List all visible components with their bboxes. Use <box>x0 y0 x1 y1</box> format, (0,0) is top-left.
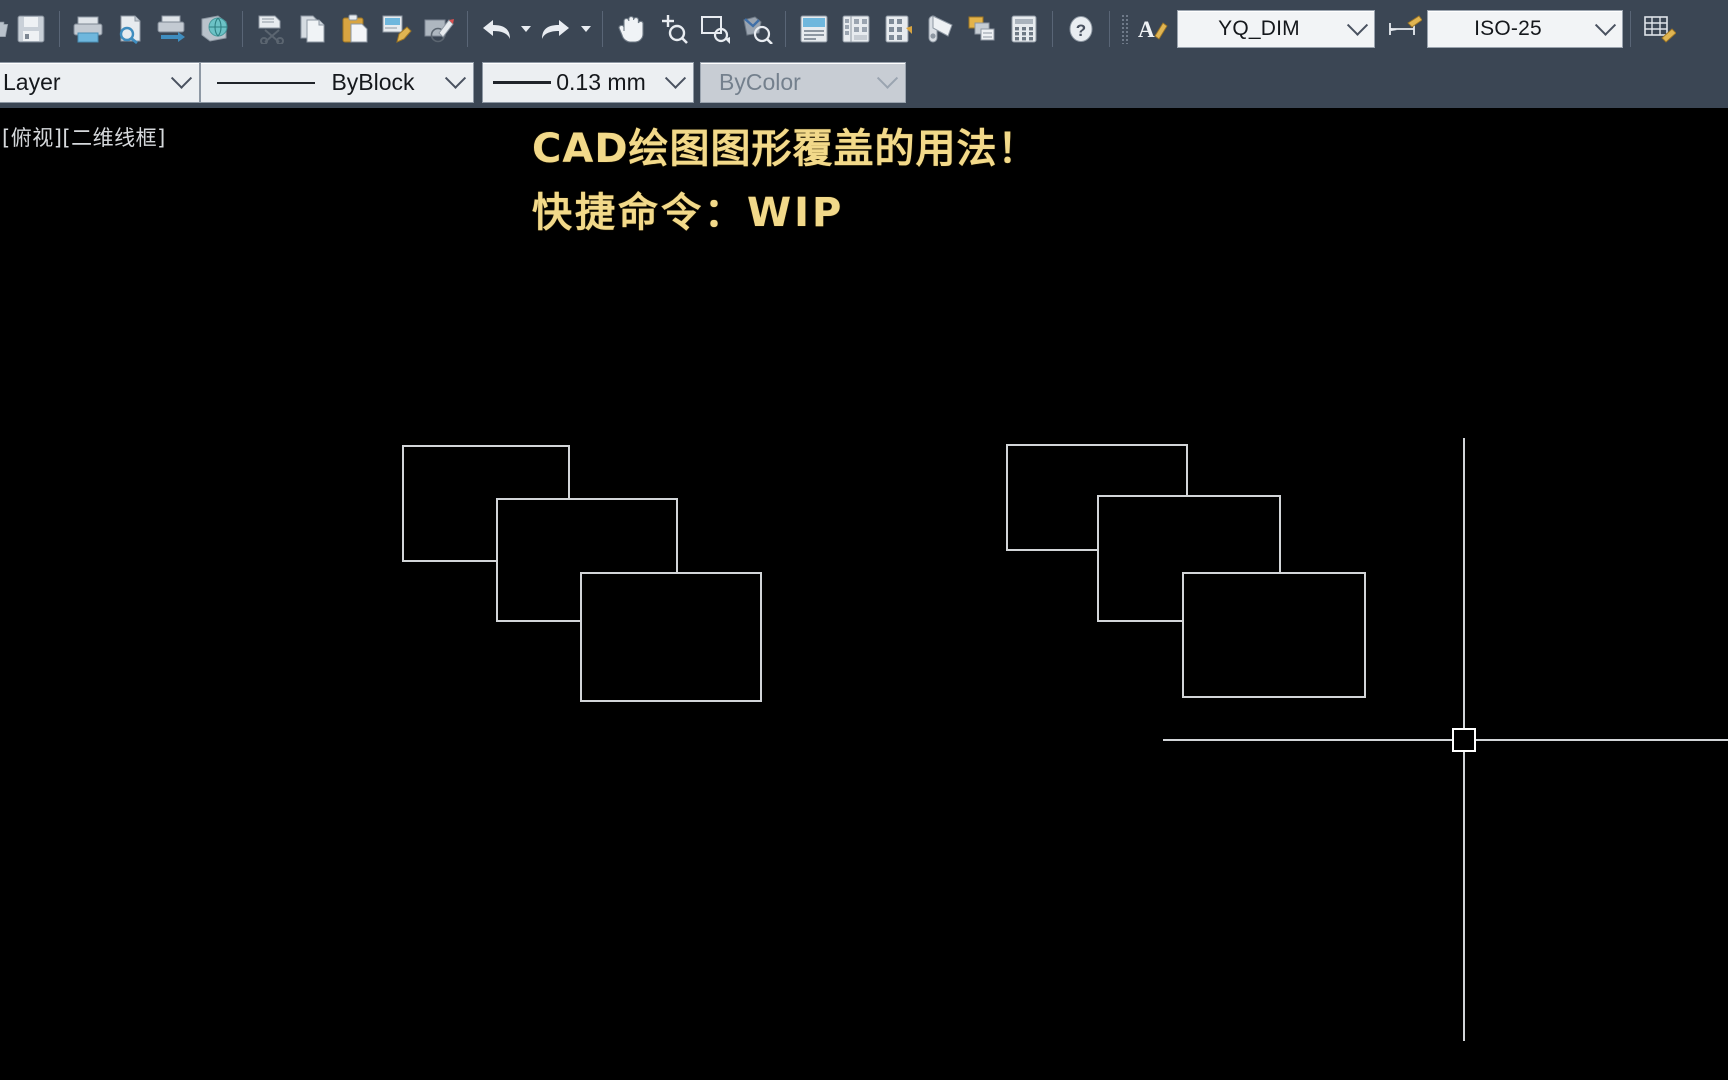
erase-button[interactable] <box>418 7 460 51</box>
quick-access-toolbar: ? A YQ_DIM ISO-25 <box>0 0 1728 58</box>
match-properties-button[interactable] <box>376 7 418 51</box>
sheet-set-button[interactable] <box>919 7 961 51</box>
chevron-down-icon[interactable] <box>577 7 595 51</box>
toolbar-separator <box>1109 11 1110 47</box>
chevron-down-icon <box>869 67 905 90</box>
paste-button[interactable] <box>334 7 376 51</box>
publish-button[interactable] <box>193 7 235 51</box>
chevron-down-icon[interactable] <box>1588 14 1622 37</box>
crosshair-pickbox[interactable] <box>1452 728 1476 752</box>
properties-palette-button[interactable] <box>793 7 835 51</box>
layer-combo[interactable]: Layer <box>0 62 200 103</box>
linetype-value: ByBlock <box>331 69 415 95</box>
design-center-button[interactable] <box>835 7 877 51</box>
zoom-window-button[interactable] <box>694 7 736 51</box>
dimension-style-value: ISO-25 <box>1474 17 1542 40</box>
zoom-previous-button[interactable] <box>736 7 778 51</box>
svg-text:?: ? <box>1076 21 1086 40</box>
chevron-down-icon[interactable] <box>657 67 693 90</box>
toolbar-separator <box>1052 11 1053 47</box>
rect-right-3[interactable] <box>1182 572 1366 698</box>
batch-plot-button[interactable] <box>151 7 193 51</box>
text-style-value: YQ_DIM <box>1218 17 1300 40</box>
rect-left-3[interactable] <box>580 572 762 702</box>
lineweight-value: 0.13 mm <box>556 69 646 95</box>
linetype-combo[interactable]: ByBlock <box>200 62 474 103</box>
save-button[interactable] <box>10 7 52 51</box>
dimension-style-icon[interactable] <box>1383 7 1425 51</box>
undo-button[interactable] <box>475 7 517 51</box>
copy-button[interactable] <box>292 7 334 51</box>
lineweight-combo[interactable]: 0.13 mm <box>482 62 694 103</box>
zoom-realtime-button[interactable] <box>652 7 694 51</box>
tool-palettes-button[interactable] <box>877 7 919 51</box>
toolbar-separator <box>602 11 603 47</box>
open-button[interactable] <box>0 7 10 51</box>
toolbar-separator <box>1630 11 1631 47</box>
plot-style-value: ByColor <box>719 69 801 95</box>
redo-button[interactable] <box>535 7 577 51</box>
cut-button[interactable] <box>250 7 292 51</box>
quick-calc-button[interactable] <box>1003 7 1045 51</box>
pan-button[interactable] <box>610 7 652 51</box>
dimension-style-combo[interactable]: ISO-25 <box>1427 10 1623 48</box>
chevron-down-icon[interactable] <box>1340 14 1374 37</box>
toolbar-grip[interactable] <box>1121 14 1130 44</box>
svg-text:A: A <box>1138 17 1155 42</box>
lineweight-preview <box>493 81 551 84</box>
cad-application-window: ? A YQ_DIM ISO-25 Layer ByBlock 0.13 mm … <box>0 0 1728 1080</box>
text-style-combo[interactable]: YQ_DIM <box>1177 10 1375 48</box>
toolbar-zone: ? A YQ_DIM ISO-25 Layer ByBlock 0.13 mm … <box>0 0 1728 108</box>
drawing-geometry <box>402 438 1728 1041</box>
chevron-down-icon[interactable] <box>517 7 535 51</box>
toolbar-separator <box>242 11 243 47</box>
plot-preview-button[interactable] <box>109 7 151 51</box>
layer-value: Layer <box>3 69 61 95</box>
help-button[interactable]: ? <box>1060 7 1102 51</box>
drawing-canvas[interactable]: [俯视][二维线框] CAD绘图图形覆盖的用法！ 快捷命令：WIP <box>0 108 1728 1080</box>
linetype-preview <box>217 81 315 84</box>
chevron-down-icon[interactable] <box>163 67 199 90</box>
text-style-icon[interactable]: A <box>1131 7 1173 51</box>
toolbar-separator <box>785 11 786 47</box>
properties-toolbar: Layer ByBlock 0.13 mm ByColor <box>0 58 1728 108</box>
plot-style-combo[interactable]: ByColor <box>700 62 906 103</box>
table-style-button[interactable] <box>1638 7 1680 51</box>
plot-button[interactable] <box>67 7 109 51</box>
layer-manager-button[interactable] <box>961 7 1003 51</box>
toolbar-separator <box>467 11 468 47</box>
toolbar-separator <box>59 11 60 47</box>
chevron-down-icon[interactable] <box>437 67 473 90</box>
